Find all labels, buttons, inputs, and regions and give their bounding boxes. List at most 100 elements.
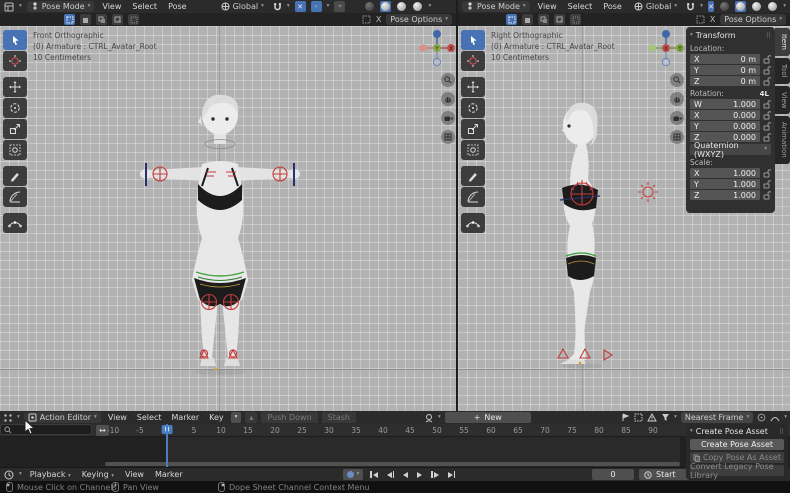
character-model-front[interactable] (130, 88, 310, 378)
snap-magnet-icon[interactable] (273, 2, 282, 12)
show-markers-icon[interactable] (621, 413, 630, 422)
action-dropdown-button[interactable]: ▾ (231, 412, 242, 423)
convert-legacy-pose-library-button[interactable]: Convert Legacy Pose Library (690, 465, 784, 476)
fcurve-icon[interactable] (770, 414, 780, 422)
menu-view[interactable]: View (535, 1, 560, 12)
push-down-button[interactable]: Push Down (261, 412, 317, 423)
pose-breakdowner-tool[interactable] (461, 213, 485, 233)
location-y-field[interactable]: Y0 m (690, 65, 760, 75)
editor-type-icon[interactable] (3, 413, 13, 423)
tab-view[interactable]: View (775, 86, 790, 115)
character-model-side[interactable] (540, 92, 660, 372)
lock-open-icon[interactable] (763, 100, 771, 109)
next-keyframe-button[interactable] (429, 470, 441, 479)
navigation-axis-gizmo[interactable]: X Y (646, 28, 686, 68)
location-x-field[interactable]: X0 m (690, 54, 760, 64)
snap-mode-dropdown[interactable]: Nearest Frame ▾ (681, 412, 753, 423)
camera-icon[interactable] (670, 111, 684, 125)
lock-open-icon[interactable] (763, 180, 771, 189)
warning-icon[interactable] (647, 413, 657, 422)
scale-x-field[interactable]: X1.000 (690, 168, 760, 178)
mirror-x-toggle[interactable]: X (376, 15, 381, 24)
current-frame-field[interactable]: 0 (592, 469, 634, 480)
camera-icon[interactable] (441, 111, 455, 125)
rotate-tool[interactable] (461, 98, 485, 118)
menu-pose[interactable]: Pose (165, 1, 190, 12)
lock-open-icon[interactable] (763, 169, 771, 178)
proportional-edit-icon[interactable] (757, 413, 766, 422)
orientation-selector[interactable]: Global ▾ (630, 1, 681, 12)
drag-handle-icon[interactable]: ⠿ (779, 428, 784, 436)
menu-view[interactable]: View (99, 1, 124, 12)
pan-hand-icon[interactable] (441, 92, 455, 106)
snap-magnet-icon[interactable] (686, 2, 695, 12)
ortho-grid-icon[interactable] (441, 130, 455, 144)
menu-marker[interactable]: Marker (152, 469, 186, 480)
gizmos-icon[interactable]: ⌖ (334, 1, 345, 12)
rotation-y-field[interactable]: Y0.000 (690, 121, 760, 131)
horizontal-scrollbar[interactable] (105, 462, 680, 466)
location-z-field[interactable]: Z0 m (690, 76, 760, 86)
rotation-mode-dropdown[interactable]: Quaternion (WXYZ)▾ (690, 144, 771, 155)
stash-button[interactable]: Stash (322, 412, 356, 423)
shading-solid[interactable] (380, 1, 391, 12)
overlay-toggle-icon[interactable] (80, 14, 91, 25)
transform-tool[interactable] (3, 140, 27, 160)
annotate-tool[interactable] (3, 166, 27, 186)
menu-select[interactable]: Select (134, 412, 165, 423)
action-browser-icon[interactable] (424, 413, 434, 423)
create-pose-asset-button[interactable]: Create Pose Asset (690, 439, 784, 450)
overlay-toggle-icon[interactable] (554, 14, 565, 25)
pose-options-dropdown[interactable]: Pose Options ▾ (386, 14, 452, 25)
pan-hand-icon[interactable] (670, 92, 684, 106)
overlay-toggle-icon[interactable] (128, 14, 139, 25)
overlay-toggle-icon[interactable] (570, 14, 581, 25)
scale-y-field[interactable]: Y1.000 (690, 179, 760, 189)
tab-tool[interactable]: Tool (775, 58, 790, 84)
new-action-button[interactable]: +New (445, 412, 531, 423)
shading-wireframe[interactable] (364, 1, 375, 12)
cursor-tool[interactable] (3, 51, 27, 71)
timeline-ruler[interactable]: ↔ -10-5051015202530354045505560657075808… (0, 424, 790, 437)
rotation-x-field[interactable]: X0.000 (690, 110, 760, 120)
shading-solid[interactable] (735, 1, 746, 12)
mode-selector[interactable]: Pose Mode ▾ (27, 1, 95, 12)
zoom-icon[interactable] (670, 73, 684, 87)
navigation-axis-gizmo[interactable]: Y X (417, 28, 456, 68)
pose-breakdowner-tool[interactable] (3, 213, 27, 233)
transform-tool[interactable] (461, 140, 485, 160)
overlay-toggle-icon[interactable] (112, 14, 123, 25)
mode-selector[interactable]: Pose Mode ▾ (462, 1, 530, 12)
lock-open-icon[interactable] (763, 191, 771, 200)
options-grid-icon[interactable] (696, 15, 705, 24)
overlay-toggle-icon[interactable] (96, 14, 107, 25)
shading-rendered[interactable] (767, 1, 778, 12)
jump-to-end-button[interactable] (446, 470, 458, 479)
overlay-toggle-icon[interactable] (538, 14, 549, 25)
unlink-action-button[interactable]: ▴ (245, 412, 257, 423)
lock-open-icon[interactable] (763, 111, 771, 120)
menu-view[interactable]: View (105, 412, 130, 423)
menu-keying[interactable]: Keying ▾ (79, 469, 117, 481)
play-button[interactable] (415, 471, 424, 479)
mirror-x-toggle[interactable]: X (710, 15, 715, 24)
overlay-toggle-icon[interactable] (64, 14, 75, 25)
pose-options-dropdown[interactable]: Pose Options ▾ (720, 14, 786, 25)
rotate-tool[interactable] (3, 98, 27, 118)
scale-tool[interactable] (3, 119, 27, 139)
shading-rendered[interactable] (412, 1, 423, 12)
menu-select[interactable]: Select (129, 1, 160, 12)
select-tool[interactable] (461, 30, 485, 50)
overlay-toggle-icon[interactable] (522, 14, 533, 25)
rotation-lock-badge[interactable]: 4L (760, 90, 771, 98)
move-tool[interactable] (461, 77, 485, 97)
menu-playback[interactable]: Playback ▾ (27, 469, 74, 481)
tab-item[interactable]: Item (775, 28, 790, 56)
lock-open-icon[interactable] (763, 77, 771, 86)
scale-z-field[interactable]: Z1.000 (690, 190, 760, 200)
drag-handle-icon[interactable]: ⠿ (766, 32, 771, 40)
snap-toggle-icon[interactable]: ✕ (295, 1, 306, 12)
shading-material[interactable] (396, 1, 407, 12)
measure-tool[interactable] (3, 187, 27, 207)
auto-keying-toggle[interactable]: ▾ (343, 469, 364, 480)
